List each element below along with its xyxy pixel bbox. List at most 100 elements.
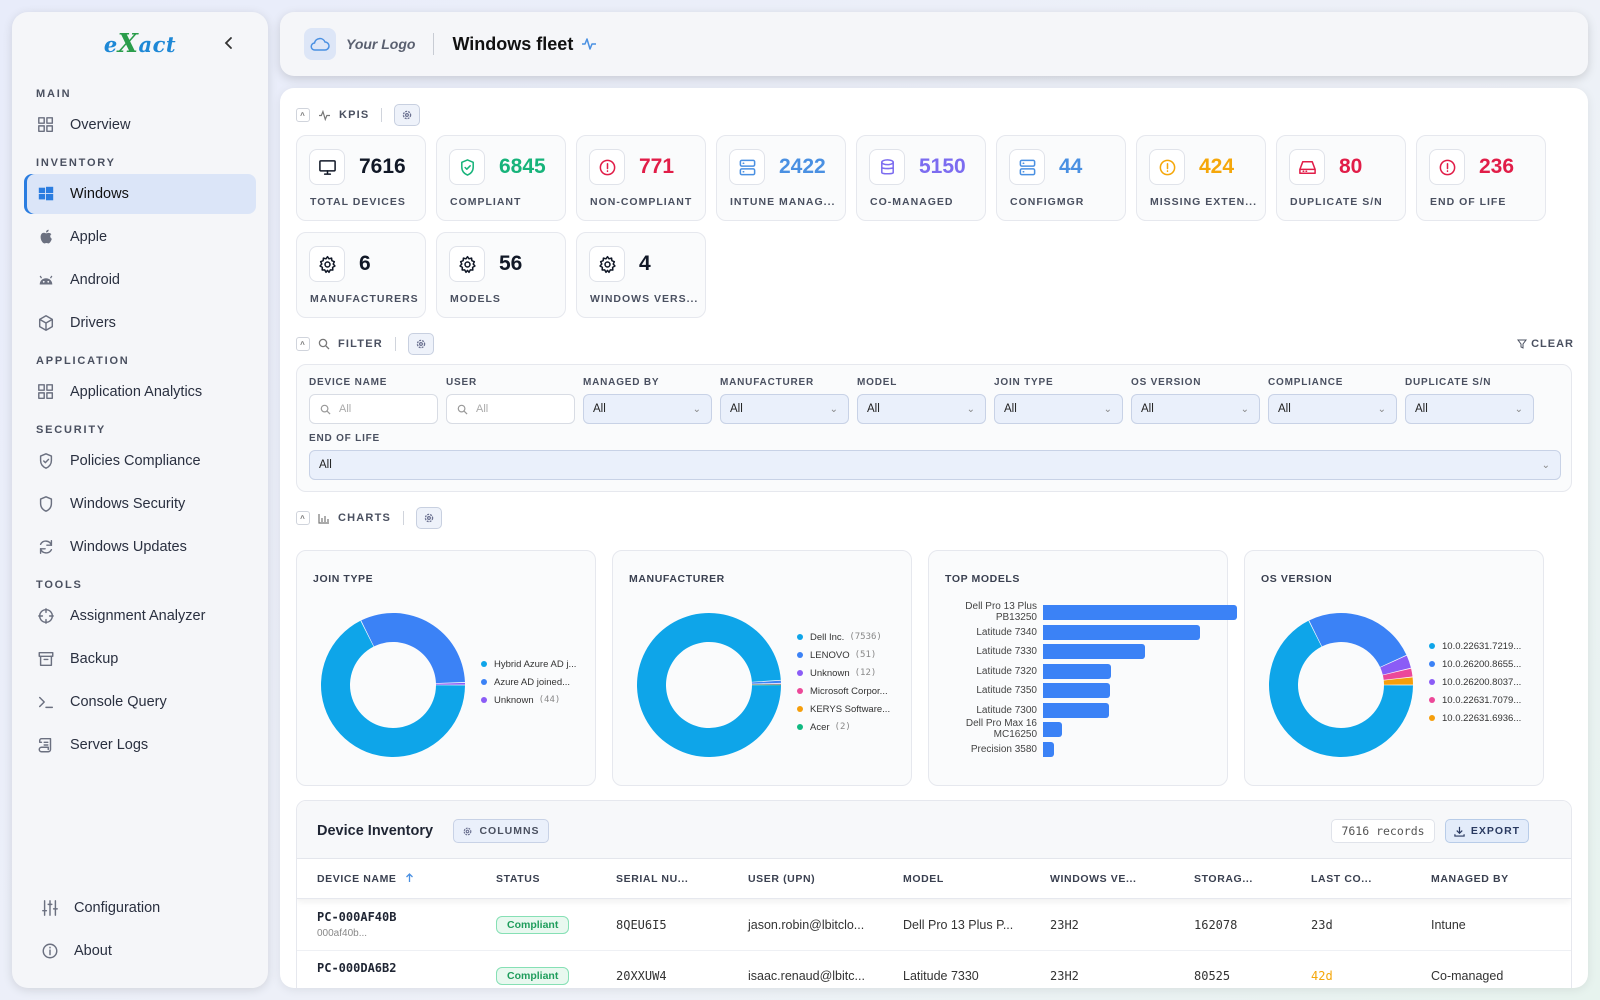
table-row[interactable]: PC-000AF40B 000af40b... Compliant 8QEU6I5 ja… bbox=[297, 900, 1571, 951]
legend-item[interactable]: Microsoft Corpor... bbox=[797, 682, 895, 700]
column-header[interactable]: STORAG... bbox=[1194, 873, 1253, 885]
bar[interactable] bbox=[1043, 644, 1145, 659]
kpi-card-duplicate-s-n[interactable]: 80 DUPLICATE S/N bbox=[1276, 135, 1406, 221]
column-header[interactable]: SERIAL NU... bbox=[616, 873, 688, 885]
collapse-sidebar-button[interactable] bbox=[222, 36, 236, 55]
legend-item[interactable]: 10.0.22631.6936... bbox=[1429, 709, 1526, 727]
legend-item[interactable]: Unknown (44) bbox=[481, 691, 581, 709]
sidebar-item-application-analytics[interactable]: Application Analytics bbox=[24, 372, 256, 412]
bar[interactable] bbox=[1043, 722, 1062, 737]
kpi-card-compliant[interactable]: 6845 COMPLIANT bbox=[436, 135, 566, 221]
sidebar-item-overview[interactable]: Overview bbox=[24, 105, 256, 145]
kpi-card-manufacturers[interactable]: 6 MANUFACTURERS bbox=[296, 232, 426, 318]
filter-section-header: ^ FILTER bbox=[296, 333, 434, 355]
sidebar-item-console-query[interactable]: Console Query bbox=[24, 682, 256, 722]
kpi-card-missing-exten[interactable]: 424 MISSING EXTEN... bbox=[1136, 135, 1266, 221]
bar[interactable] bbox=[1043, 605, 1238, 620]
chart-title: JOIN TYPE bbox=[313, 573, 374, 585]
kpi-card-intune-manag[interactable]: 2422 INTUNE MANAG... bbox=[716, 135, 846, 221]
device-name-cell[interactable]: PC-000AF40B bbox=[317, 910, 396, 924]
donut-slice[interactable] bbox=[361, 613, 465, 684]
legend-item[interactable]: Hybrid Azure AD j... bbox=[481, 655, 581, 673]
device-name-input[interactable]: All bbox=[309, 394, 438, 424]
sidebar-item-policies-compliance[interactable]: Policies Compliance bbox=[24, 441, 256, 481]
sidebar-item-drivers[interactable]: Drivers bbox=[24, 303, 256, 343]
bar[interactable] bbox=[1043, 624, 1200, 640]
legend-dot bbox=[1429, 679, 1435, 685]
column-header[interactable]: DEVICE NAME bbox=[317, 873, 414, 885]
filter-select-duplicate-s-n[interactable]: All ⌄ bbox=[1405, 394, 1534, 424]
kpi-card-co-managed[interactable]: 5150 CO-MANAGED bbox=[856, 135, 986, 221]
kpi-label: TOTAL DEVICES bbox=[310, 196, 406, 208]
export-button[interactable]: EXPORT bbox=[1445, 819, 1529, 843]
end-of-life-select[interactable]: All ⌄ bbox=[309, 450, 1561, 480]
legend-dot bbox=[1429, 697, 1435, 703]
column-header[interactable]: MODEL bbox=[903, 873, 944, 885]
package-icon bbox=[36, 313, 56, 333]
legend-item[interactable]: 10.0.26200.8655... bbox=[1429, 655, 1526, 673]
bar[interactable] bbox=[1043, 663, 1111, 679]
legend-item[interactable]: Azure AD joined... bbox=[481, 673, 581, 691]
bar[interactable] bbox=[1043, 702, 1109, 718]
filter-select-model[interactable]: All ⌄ bbox=[857, 394, 986, 424]
sidebar-item-android[interactable]: Android bbox=[24, 260, 256, 300]
nav-section-title: MAIN bbox=[36, 88, 72, 100]
legend-item[interactable]: KERYS Software... bbox=[797, 700, 895, 718]
column-header-label: DEVICE NAME bbox=[317, 873, 397, 885]
legend-item[interactable]: LENOVO (51) bbox=[797, 646, 895, 664]
collapse-kpis-toggle[interactable]: ^ bbox=[296, 108, 310, 122]
filter-select-os-version[interactable]: All ⌄ bbox=[1131, 394, 1260, 424]
sidebar-item-about[interactable]: About bbox=[24, 931, 256, 971]
sidebar-item-server-logs[interactable]: Server Logs bbox=[24, 725, 256, 765]
user-input[interactable]: All bbox=[446, 394, 575, 424]
app-logo[interactable]: eXact bbox=[104, 29, 176, 59]
storage-cell: 80525 bbox=[1194, 969, 1231, 983]
bar-label: Latitude 7330 bbox=[976, 646, 1037, 657]
kpis-settings-button[interactable] bbox=[394, 104, 421, 126]
bar[interactable] bbox=[1043, 683, 1110, 698]
column-header[interactable]: STATUS bbox=[496, 873, 540, 885]
kpis-section-label: KPIS bbox=[339, 109, 370, 121]
column-header[interactable]: USER (UPN) bbox=[748, 873, 815, 885]
filter-select-join-type[interactable]: All ⌄ bbox=[994, 394, 1123, 424]
kpi-card-end-of-life[interactable]: 236 END OF LIFE bbox=[1416, 135, 1546, 221]
sidebar-item-windows-updates[interactable]: Windows Updates bbox=[24, 527, 256, 567]
donut-slice[interactable] bbox=[1309, 613, 1407, 668]
column-header[interactable]: LAST CO... bbox=[1311, 873, 1372, 885]
kpi-card-windows-vers[interactable]: 4 WINDOWS VERS... bbox=[576, 232, 706, 318]
kpi-card-configmgr[interactable]: 44 CONFIGMGR bbox=[996, 135, 1126, 221]
collapse-filter-toggle[interactable]: ^ bbox=[296, 337, 310, 351]
kpi-card-models[interactable]: 56 MODELS bbox=[436, 232, 566, 318]
search-icon bbox=[320, 404, 331, 415]
sidebar-item-assignment-analyzer[interactable]: Assignment Analyzer bbox=[24, 596, 256, 636]
sidebar-item-windows-security[interactable]: Windows Security bbox=[24, 484, 256, 524]
filter-settings-button[interactable] bbox=[407, 333, 434, 355]
table-row[interactable]: PC-000DA6B2 Compliant 20XXUW4 isaac.renaud@… bbox=[297, 951, 1571, 988]
legend-item[interactable]: 10.0.26200.8037... bbox=[1429, 673, 1526, 691]
filter-select-manufacturer[interactable]: All ⌄ bbox=[720, 394, 849, 424]
device-name-cell[interactable]: PC-000DA6B2 bbox=[317, 961, 396, 975]
kpi-card-total-devices[interactable]: 7616 TOTAL DEVICES bbox=[296, 135, 426, 221]
filter-select-managed-by[interactable]: All ⌄ bbox=[583, 394, 712, 424]
legend-item[interactable]: Acer (2) bbox=[797, 718, 895, 736]
legend-item[interactable]: 10.0.22631.7079... bbox=[1429, 691, 1526, 709]
sidebar-item-windows[interactable]: Windows bbox=[24, 174, 256, 214]
column-header[interactable]: WINDOWS VE... bbox=[1050, 873, 1137, 885]
charts-settings-button[interactable] bbox=[416, 507, 443, 529]
filter-select-compliance[interactable]: All ⌄ bbox=[1268, 394, 1397, 424]
sidebar-item-backup[interactable]: Backup bbox=[24, 639, 256, 679]
sidebar-item-configuration[interactable]: Configuration bbox=[24, 888, 256, 928]
donut-slice[interactable] bbox=[435, 682, 465, 685]
legend-item[interactable]: Dell Inc. (7536) bbox=[797, 628, 895, 646]
legend-item[interactable]: Unknown (12) bbox=[797, 664, 895, 682]
kpi-card-non-compliant[interactable]: 771 NON-COMPLIANT bbox=[576, 135, 706, 221]
legend-item[interactable]: 10.0.22631.7219... bbox=[1429, 637, 1526, 655]
sidebar-item-apple[interactable]: Apple bbox=[24, 217, 256, 257]
column-header[interactable]: MANAGED BY bbox=[1431, 873, 1509, 885]
clear-filters-button[interactable]: CLEAR bbox=[1517, 338, 1574, 350]
columns-button[interactable]: COLUMNS bbox=[453, 819, 549, 843]
manufacturer-chart-card: MANUFACTURER Dell Inc. (7536) LENOVO (51) Un… bbox=[612, 550, 912, 786]
collapse-charts-toggle[interactable]: ^ bbox=[296, 511, 310, 525]
bar[interactable] bbox=[1043, 741, 1054, 757]
legend-count: (2) bbox=[834, 722, 851, 732]
